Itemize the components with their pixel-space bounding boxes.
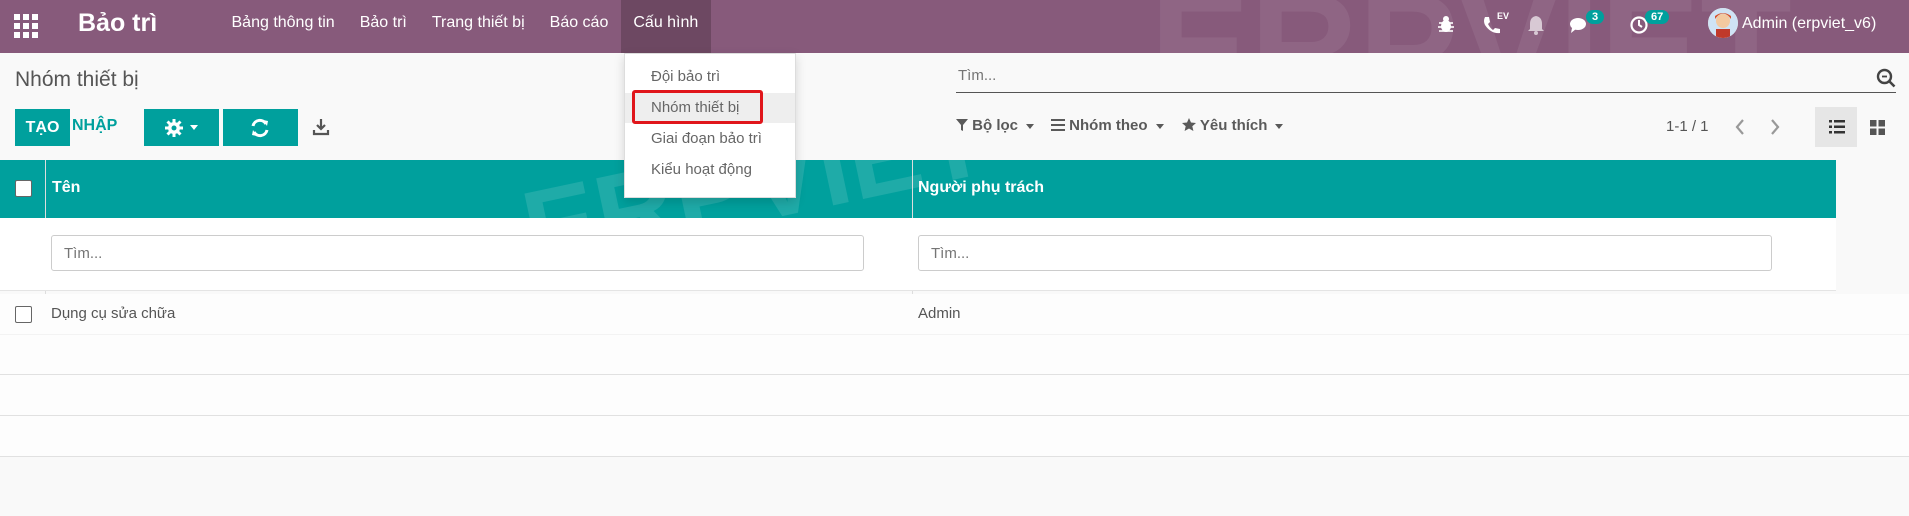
select-all-checkbox[interactable] (15, 180, 32, 197)
breadcrumb-title: Nhóm thiết bị (15, 68, 139, 91)
filter-icon (956, 119, 968, 131)
row-checkbox[interactable] (15, 306, 32, 323)
action-menu-button[interactable] (144, 109, 219, 146)
refresh-icon (251, 118, 269, 138)
menu-configuration[interactable]: Cấu hình (620, 0, 711, 53)
list-header: Tên Người phụ trách (0, 160, 1836, 218)
top-navbar: Bảo trì Bảng thông tin Bảo trì Trang thi… (0, 0, 1909, 130)
groupby-dropdown[interactable]: Nhóm theo (1051, 117, 1164, 134)
pager-value[interactable]: 1-1 / 1 (1666, 118, 1709, 135)
column-filter-row (0, 218, 1836, 291)
row-owner: Admin (918, 305, 961, 322)
download-icon[interactable] (311, 117, 331, 137)
menu-item-equipment-categories[interactable]: Nhóm thiết bị (625, 93, 795, 123)
bars-icon (1051, 119, 1065, 131)
table-row[interactable]: Dụng cụ sửa chữa Admin (0, 294, 1909, 335)
search-bar (956, 64, 1896, 93)
name-filter-input[interactable] (51, 235, 864, 271)
menu-item-maintenance-stages[interactable]: Giai đoạn bảo trì (625, 124, 795, 154)
pager-next-icon[interactable] (1769, 118, 1781, 136)
messages-badge: 3 (1586, 10, 1605, 24)
favorites-dropdown[interactable]: Yêu thích (1182, 117, 1284, 134)
avatar-image (1708, 8, 1738, 38)
menu-item-activity-types[interactable]: Kiểu hoạt động (625, 155, 795, 185)
search-input[interactable] (956, 66, 1840, 85)
chevron-down-icon (190, 125, 198, 130)
kanban-icon (1870, 120, 1885, 135)
user-menu[interactable]: Admin (erpviet_v6) (1742, 15, 1876, 33)
chevron-down-icon (1026, 123, 1035, 129)
owner-filter-input[interactable] (918, 235, 1772, 271)
chevron-down-icon (1275, 123, 1284, 129)
menu-equipment[interactable]: Trang thiết bị (419, 0, 537, 53)
chevron-down-icon (1155, 123, 1164, 129)
main-menu: Bảng thông tin Bảo trì Trang thiết bị Bá… (219, 0, 711, 53)
empty-row (0, 334, 1909, 375)
bug-icon[interactable] (1436, 12, 1456, 38)
menu-dashboard[interactable]: Bảng thông tin (219, 0, 347, 53)
star-icon (1182, 118, 1196, 131)
menu-item-maintenance-teams[interactable]: Đội bảo trì (625, 62, 795, 92)
refresh-button[interactable] (223, 109, 298, 146)
apps-grid-icon[interactable] (14, 14, 38, 38)
filter-dropdown[interactable]: Bộ lọc (956, 117, 1035, 134)
filter-label: Bộ lọc (972, 117, 1019, 134)
empty-row (0, 416, 1909, 457)
list-icon (1829, 120, 1845, 134)
column-name[interactable]: Tên (52, 179, 80, 197)
create-button[interactable]: TẠO (15, 109, 70, 146)
kanban-view-button[interactable] (1857, 107, 1899, 147)
empty-row (0, 375, 1909, 416)
column-owner[interactable]: Người phụ trách (918, 179, 1044, 197)
list-view-button[interactable] (1815, 107, 1857, 147)
configuration-dropdown: Đội bảo trì Nhóm thiết bị Giai đoạn bảo … (624, 53, 796, 198)
app-brand[interactable]: Bảo trì (78, 9, 157, 38)
pager-previous-icon[interactable] (1734, 118, 1746, 136)
favorites-label: Yêu thích (1199, 117, 1268, 134)
gear-icon (165, 119, 183, 137)
menu-reports[interactable]: Báo cáo (537, 0, 621, 53)
menu-maintenance[interactable]: Bảo trì (347, 0, 419, 53)
bell-icon[interactable] (1527, 12, 1545, 38)
import-button[interactable]: NHẬP (72, 117, 117, 135)
phone-label: EV (1497, 11, 1510, 21)
groupby-label: Nhóm theo (1069, 117, 1148, 134)
activities-badge: 67 (1645, 10, 1670, 24)
row-name: Dụng cụ sửa chữa (51, 305, 176, 322)
user-avatar[interactable] (1708, 8, 1738, 38)
search-icon[interactable] (1876, 68, 1896, 88)
